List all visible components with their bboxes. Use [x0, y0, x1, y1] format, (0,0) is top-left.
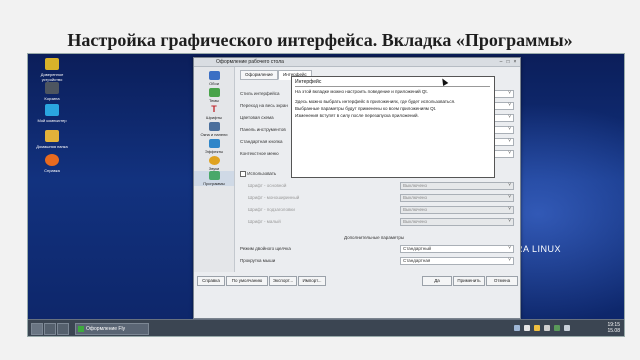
desktop-icon-trusted-device[interactable]: Доверенное устройство	[30, 58, 74, 82]
device-icon	[45, 58, 59, 70]
tooltip-para-3: Изменения вступят в силу после перезапус…	[295, 113, 419, 118]
brightness-icon[interactable]	[534, 325, 540, 331]
mouse-scroll-select[interactable]: Стандартная	[400, 257, 514, 265]
row-label-font-sub: Шрифт - подзаголовки	[248, 207, 295, 212]
row-label-button: Стандартная кнопка	[240, 139, 283, 144]
sidebar-item-programs[interactable]: Программы	[194, 171, 234, 186]
trash-icon	[45, 82, 59, 94]
sidebar-item-windows[interactable]: Окна и панели	[194, 122, 234, 137]
clock-date: 15.08	[607, 328, 620, 334]
lifebuoy-icon	[45, 154, 59, 166]
window-titlebar[interactable]: Оформление рабочего стола – □ ×	[194, 58, 520, 67]
help-tooltip: Интерфейс На этой вкладке можно настроит…	[291, 76, 495, 178]
row-label-font-main: Шрифт - основной	[248, 183, 287, 188]
row-label-color-scheme: Цветовая схема	[240, 115, 274, 120]
row-label-double-click: Режим двойного щелчка	[240, 246, 291, 251]
default-button[interactable]: По умолчанию	[226, 276, 268, 286]
row-label-toolbar: Панель инструментов	[240, 127, 286, 132]
start-menu-icon[interactable]	[31, 323, 43, 335]
help-button[interactable]: Справка	[197, 276, 225, 286]
battery-icon[interactable]	[544, 325, 550, 331]
row-label-mouse-scroll: Прокрутка мыши	[240, 258, 276, 263]
checkbox-box[interactable]	[240, 171, 246, 177]
tooltip-para-1: Здесь можно выбрать интерфейс в приложен…	[295, 99, 456, 104]
desktop-screenshot: Доверенное устройство Корзина Мой компью…	[27, 53, 625, 337]
font-small-select: Выключено	[400, 218, 514, 226]
font-icon: T	[211, 104, 217, 114]
window-title: Оформление рабочего стола	[216, 59, 284, 65]
window-icon	[208, 122, 220, 131]
appearance-window: Оформление рабочего стола – □ × Обои Тем…	[193, 57, 521, 319]
sidebar-item-wallpaper[interactable]: Обои	[194, 71, 234, 86]
use-checkbox[interactable]: Использовать	[240, 171, 276, 177]
wallpaper-icon	[208, 71, 220, 80]
sidebar-item-fonts[interactable]: T Шрифты	[194, 104, 234, 121]
row-label-font-small: Шрифт - малый	[248, 219, 281, 224]
speaker-icon	[208, 156, 220, 165]
terminal-icon[interactable]	[57, 323, 69, 335]
category-sidebar: Обои Темы T Шрифты Окна и панели Эффекты…	[194, 67, 235, 272]
cancel-button[interactable]: Отмена	[486, 276, 518, 286]
tooltip-header: На этой вкладке можно настроить поведени…	[295, 89, 428, 94]
show-desktop-icon[interactable]	[44, 323, 56, 335]
keyboard-layout-icon[interactable]	[554, 325, 560, 331]
brand-logo-text: RA LINUX	[516, 244, 562, 254]
ok-button[interactable]: Да	[422, 276, 452, 286]
minimize-icon[interactable]: –	[498, 59, 504, 65]
row-label-style: Стиль интерфейса	[240, 91, 280, 96]
row-label-context-menu: Контекстное меню	[240, 151, 279, 156]
volume-icon[interactable]	[524, 325, 530, 331]
taskbar-clock[interactable]: 19:15 15.08	[607, 322, 620, 334]
font-main-select: Выключено	[400, 182, 514, 190]
tooltip-title: Интерфейс	[295, 79, 322, 85]
desktop-icon-computer[interactable]: Мой компьютер	[30, 104, 74, 123]
font-sub-select: Выключено	[400, 206, 514, 214]
taskbar-task-appearance[interactable]: Оформление Fly	[75, 323, 149, 335]
import-button[interactable]: Импорт...	[298, 276, 326, 286]
tooltip-divider	[295, 86, 490, 87]
sidebar-item-effects[interactable]: Эффекты	[194, 139, 234, 154]
export-button[interactable]: Экспорт...	[269, 276, 297, 286]
sidebar-item-themes[interactable]: Темы	[194, 88, 234, 103]
tooltip-para-2: Выбранные параметры будут применены ко в…	[295, 106, 437, 111]
page-title: Настройка графического интерфейса. Вклад…	[67, 30, 573, 50]
row-label-fullscreen: Переход на весь экран	[240, 103, 288, 108]
maximize-icon[interactable]: □	[505, 59, 511, 65]
sidebar-item-sounds[interactable]: Звуки	[194, 156, 234, 171]
desktop-icon-home[interactable]: Домашняя папка	[30, 130, 74, 149]
computer-icon	[45, 104, 59, 116]
close-icon[interactable]: ×	[512, 59, 518, 65]
tab-appearance[interactable]: Оформление	[240, 70, 278, 80]
programs-icon	[208, 171, 220, 180]
network-icon[interactable]	[514, 325, 520, 331]
folder-icon	[45, 130, 59, 142]
taskbar: Оформление Fly 19:15 15.08	[28, 319, 624, 336]
double-click-select[interactable]: Стандартный	[400, 245, 514, 253]
section-header: Дополнительные параметры	[344, 235, 405, 240]
desktop-icon-trash[interactable]: Корзина	[30, 82, 74, 101]
row-label-font-mono: Шрифт - моноширинный	[248, 195, 300, 200]
font-mono-select: Выключено	[400, 194, 514, 202]
theme-icon	[208, 88, 220, 97]
dialog-button-bar: Справка По умолчанию Экспорт... Импорт..…	[194, 276, 520, 286]
effects-icon	[208, 139, 220, 148]
desktop-icon-help[interactable]: Справка	[30, 154, 74, 173]
apply-button[interactable]: Применить	[453, 276, 485, 286]
notification-icon[interactable]	[564, 325, 570, 331]
